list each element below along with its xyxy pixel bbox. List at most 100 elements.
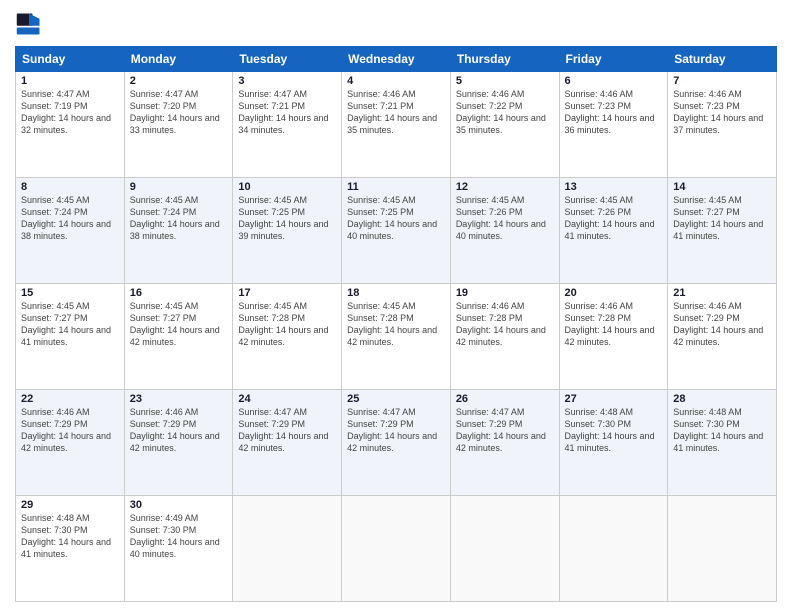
calendar-cell: 1Sunrise: 4:47 AMSunset: 7:19 PMDaylight…	[16, 72, 125, 178]
calendar-cell: 3Sunrise: 4:47 AMSunset: 7:21 PMDaylight…	[233, 72, 342, 178]
calendar-cell: 8Sunrise: 4:45 AMSunset: 7:24 PMDaylight…	[16, 178, 125, 284]
day-number: 24	[238, 393, 336, 405]
day-number: 12	[456, 181, 554, 193]
day-number: 17	[238, 287, 336, 299]
calendar-cell	[450, 496, 559, 602]
day-info: Sunrise: 4:47 AMSunset: 7:29 PMDaylight:…	[347, 406, 445, 455]
day-number: 5	[456, 75, 554, 87]
calendar-cell: 28Sunrise: 4:48 AMSunset: 7:30 PMDayligh…	[668, 390, 777, 496]
weekday-header-thursday: Thursday	[450, 47, 559, 72]
calendar-cell: 11Sunrise: 4:45 AMSunset: 7:25 PMDayligh…	[342, 178, 451, 284]
calendar-cell: 30Sunrise: 4:49 AMSunset: 7:30 PMDayligh…	[124, 496, 233, 602]
calendar-cell: 2Sunrise: 4:47 AMSunset: 7:20 PMDaylight…	[124, 72, 233, 178]
weekday-header-saturday: Saturday	[668, 47, 777, 72]
day-number: 14	[673, 181, 771, 193]
day-number: 18	[347, 287, 445, 299]
header-row: SundayMondayTuesdayWednesdayThursdayFrid…	[16, 47, 777, 72]
day-number: 9	[130, 181, 228, 193]
day-info: Sunrise: 4:45 AMSunset: 7:27 PMDaylight:…	[130, 300, 228, 349]
calendar-cell: 21Sunrise: 4:46 AMSunset: 7:29 PMDayligh…	[668, 284, 777, 390]
calendar-cell: 25Sunrise: 4:47 AMSunset: 7:29 PMDayligh…	[342, 390, 451, 496]
day-info: Sunrise: 4:46 AMSunset: 7:22 PMDaylight:…	[456, 88, 554, 137]
day-number: 3	[238, 75, 336, 87]
calendar-cell	[233, 496, 342, 602]
day-info: Sunrise: 4:46 AMSunset: 7:29 PMDaylight:…	[21, 406, 119, 455]
calendar-cell: 15Sunrise: 4:45 AMSunset: 7:27 PMDayligh…	[16, 284, 125, 390]
calendar-cell: 10Sunrise: 4:45 AMSunset: 7:25 PMDayligh…	[233, 178, 342, 284]
day-info: Sunrise: 4:45 AMSunset: 7:25 PMDaylight:…	[347, 194, 445, 243]
calendar-cell: 12Sunrise: 4:45 AMSunset: 7:26 PMDayligh…	[450, 178, 559, 284]
day-info: Sunrise: 4:45 AMSunset: 7:24 PMDaylight:…	[21, 194, 119, 243]
calendar-cell: 17Sunrise: 4:45 AMSunset: 7:28 PMDayligh…	[233, 284, 342, 390]
day-info: Sunrise: 4:47 AMSunset: 7:29 PMDaylight:…	[238, 406, 336, 455]
header	[15, 10, 777, 38]
day-number: 25	[347, 393, 445, 405]
logo	[15, 10, 47, 38]
day-info: Sunrise: 4:45 AMSunset: 7:26 PMDaylight:…	[456, 194, 554, 243]
calendar-cell	[342, 496, 451, 602]
day-info: Sunrise: 4:47 AMSunset: 7:19 PMDaylight:…	[21, 88, 119, 137]
calendar-week-2: 8Sunrise: 4:45 AMSunset: 7:24 PMDaylight…	[16, 178, 777, 284]
calendar-week-1: 1Sunrise: 4:47 AMSunset: 7:19 PMDaylight…	[16, 72, 777, 178]
day-info: Sunrise: 4:45 AMSunset: 7:27 PMDaylight:…	[673, 194, 771, 243]
weekday-header-tuesday: Tuesday	[233, 47, 342, 72]
day-info: Sunrise: 4:48 AMSunset: 7:30 PMDaylight:…	[673, 406, 771, 455]
calendar-cell: 4Sunrise: 4:46 AMSunset: 7:21 PMDaylight…	[342, 72, 451, 178]
day-info: Sunrise: 4:46 AMSunset: 7:29 PMDaylight:…	[130, 406, 228, 455]
day-number: 22	[21, 393, 119, 405]
day-info: Sunrise: 4:45 AMSunset: 7:26 PMDaylight:…	[565, 194, 663, 243]
day-number: 8	[21, 181, 119, 193]
day-number: 1	[21, 75, 119, 87]
day-info: Sunrise: 4:46 AMSunset: 7:21 PMDaylight:…	[347, 88, 445, 137]
day-number: 20	[565, 287, 663, 299]
logo-icon	[15, 10, 43, 38]
calendar-week-3: 15Sunrise: 4:45 AMSunset: 7:27 PMDayligh…	[16, 284, 777, 390]
day-info: Sunrise: 4:47 AMSunset: 7:20 PMDaylight:…	[130, 88, 228, 137]
calendar-cell: 13Sunrise: 4:45 AMSunset: 7:26 PMDayligh…	[559, 178, 668, 284]
day-number: 4	[347, 75, 445, 87]
weekday-header-sunday: Sunday	[16, 47, 125, 72]
calendar-header: SundayMondayTuesdayWednesdayThursdayFrid…	[16, 47, 777, 72]
calendar-week-4: 22Sunrise: 4:46 AMSunset: 7:29 PMDayligh…	[16, 390, 777, 496]
day-info: Sunrise: 4:45 AMSunset: 7:27 PMDaylight:…	[21, 300, 119, 349]
calendar-cell: 22Sunrise: 4:46 AMSunset: 7:29 PMDayligh…	[16, 390, 125, 496]
day-number: 19	[456, 287, 554, 299]
day-info: Sunrise: 4:46 AMSunset: 7:28 PMDaylight:…	[456, 300, 554, 349]
calendar-body: 1Sunrise: 4:47 AMSunset: 7:19 PMDaylight…	[16, 72, 777, 602]
day-number: 29	[21, 499, 119, 511]
page: SundayMondayTuesdayWednesdayThursdayFrid…	[0, 0, 792, 612]
day-number: 10	[238, 181, 336, 193]
day-info: Sunrise: 4:46 AMSunset: 7:23 PMDaylight:…	[565, 88, 663, 137]
day-number: 28	[673, 393, 771, 405]
day-info: Sunrise: 4:45 AMSunset: 7:25 PMDaylight:…	[238, 194, 336, 243]
day-number: 27	[565, 393, 663, 405]
day-number: 2	[130, 75, 228, 87]
day-info: Sunrise: 4:48 AMSunset: 7:30 PMDaylight:…	[565, 406, 663, 455]
day-number: 30	[130, 499, 228, 511]
day-number: 23	[130, 393, 228, 405]
day-number: 6	[565, 75, 663, 87]
calendar-cell: 14Sunrise: 4:45 AMSunset: 7:27 PMDayligh…	[668, 178, 777, 284]
calendar-cell: 23Sunrise: 4:46 AMSunset: 7:29 PMDayligh…	[124, 390, 233, 496]
day-info: Sunrise: 4:47 AMSunset: 7:29 PMDaylight:…	[456, 406, 554, 455]
day-info: Sunrise: 4:47 AMSunset: 7:21 PMDaylight:…	[238, 88, 336, 137]
calendar-cell: 24Sunrise: 4:47 AMSunset: 7:29 PMDayligh…	[233, 390, 342, 496]
weekday-header-friday: Friday	[559, 47, 668, 72]
calendar-cell: 5Sunrise: 4:46 AMSunset: 7:22 PMDaylight…	[450, 72, 559, 178]
day-info: Sunrise: 4:46 AMSunset: 7:23 PMDaylight:…	[673, 88, 771, 137]
day-info: Sunrise: 4:45 AMSunset: 7:24 PMDaylight:…	[130, 194, 228, 243]
calendar-cell	[668, 496, 777, 602]
day-info: Sunrise: 4:45 AMSunset: 7:28 PMDaylight:…	[347, 300, 445, 349]
calendar-cell: 26Sunrise: 4:47 AMSunset: 7:29 PMDayligh…	[450, 390, 559, 496]
day-number: 21	[673, 287, 771, 299]
calendar-cell: 19Sunrise: 4:46 AMSunset: 7:28 PMDayligh…	[450, 284, 559, 390]
day-info: Sunrise: 4:46 AMSunset: 7:29 PMDaylight:…	[673, 300, 771, 349]
day-number: 16	[130, 287, 228, 299]
calendar-cell: 16Sunrise: 4:45 AMSunset: 7:27 PMDayligh…	[124, 284, 233, 390]
day-number: 15	[21, 287, 119, 299]
weekday-header-wednesday: Wednesday	[342, 47, 451, 72]
day-info: Sunrise: 4:45 AMSunset: 7:28 PMDaylight:…	[238, 300, 336, 349]
day-info: Sunrise: 4:49 AMSunset: 7:30 PMDaylight:…	[130, 512, 228, 561]
calendar-cell: 6Sunrise: 4:46 AMSunset: 7:23 PMDaylight…	[559, 72, 668, 178]
day-info: Sunrise: 4:48 AMSunset: 7:30 PMDaylight:…	[21, 512, 119, 561]
